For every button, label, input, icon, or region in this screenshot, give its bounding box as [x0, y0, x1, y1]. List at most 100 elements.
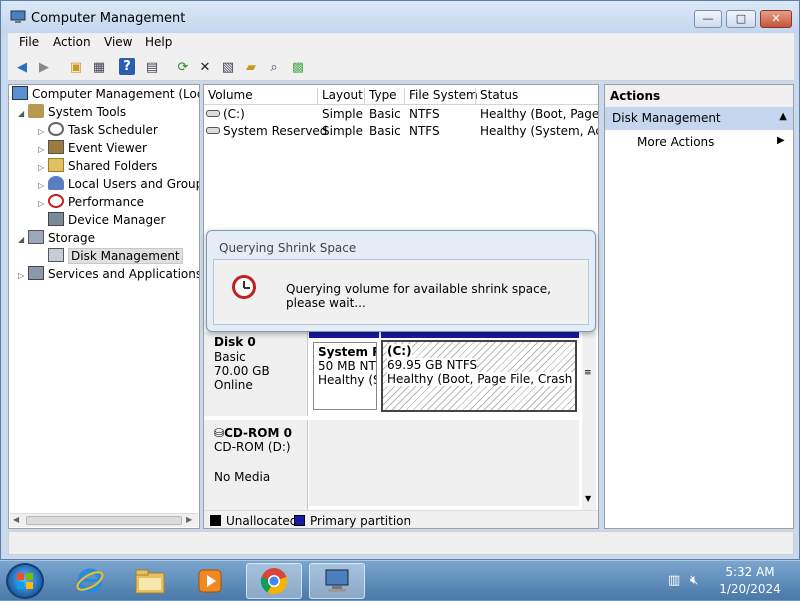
column-header-status[interactable]: Status [475, 88, 518, 104]
disk-management-icon [48, 248, 64, 262]
search-icon[interactable]: ⌕ [264, 57, 284, 77]
tree-item-label: System Tools [48, 105, 127, 119]
column-header-layout[interactable]: Layout [317, 88, 363, 104]
legend-primary-label: Primary partition [310, 514, 412, 528]
column-header-type[interactable]: Type [364, 88, 397, 104]
partition-size: 50 MB NTI [318, 359, 377, 373]
menu-view[interactable]: View [104, 35, 132, 49]
more-actions-item[interactable]: More Actions [637, 135, 714, 149]
menu-action[interactable]: Action [53, 35, 91, 49]
internet-explorer-icon [76, 568, 104, 594]
cell-type: Basic [369, 107, 401, 121]
collapsed-arrow-icon[interactable]: ▷ [38, 127, 48, 136]
menu-help[interactable]: Help [145, 35, 172, 49]
tree-item-label: Performance [68, 195, 145, 209]
minimize-button[interactable]: — [694, 10, 722, 28]
taskbar-media-player[interactable] [182, 563, 238, 599]
volume-muted-icon[interactable]: 🔇︎ [690, 573, 698, 588]
tree-item-label: Computer Management (Local [32, 87, 200, 101]
taskbar-file-explorer[interactable] [122, 563, 178, 599]
refresh-icon[interactable]: ⟳ [173, 57, 193, 77]
dialog-message: Querying volume for available shrink spa… [286, 282, 551, 310]
tree-item-label: Task Scheduler [68, 123, 158, 137]
partition-c[interactable]: (C:) 69.95 GB NTFS Healthy (Boot, Page F… [381, 340, 577, 412]
help-icon[interactable]: ? [119, 58, 135, 75]
actions-group-disk-management[interactable]: Disk Management ▲ [605, 107, 793, 130]
tree-item-device-manager[interactable]: Device Manager [48, 212, 165, 230]
status-bar [8, 531, 794, 555]
tree-item-services[interactable]: ▷ Services and Applications [18, 266, 199, 284]
cell-layout: Simple [322, 124, 363, 138]
disk-0-info[interactable]: Disk 0 Basic 70.00 GB Online [204, 332, 308, 416]
clock-icon [48, 122, 64, 136]
scroll-thumb[interactable] [26, 516, 182, 525]
graph-vertical-scrollbar[interactable]: ≡ ▼ [582, 332, 596, 510]
partition-status: Healthy (Boot, Page File, Crash Dur [387, 372, 575, 386]
actions-pane: Actions Disk Management ▲ More Actions ▶ [604, 84, 794, 529]
cdrom-0-info[interactable]: ⛁CD-ROM 0 CD-ROM (D:) No Media [204, 420, 308, 510]
menu-file[interactable]: File [19, 35, 39, 49]
collapsed-arrow-icon[interactable]: ▷ [38, 163, 48, 172]
delete-icon[interactable]: ✕ [195, 57, 215, 77]
tree-item-task-scheduler[interactable]: ▷ Task Scheduler [38, 122, 158, 140]
tree-item-storage[interactable]: ◢ Storage [18, 230, 95, 248]
tree-item-label: Event Viewer [68, 141, 147, 155]
partition-system-reserved[interactable]: System Re 50 MB NTI Healthy (S [313, 342, 377, 410]
back-arrow-icon[interactable]: ◀ [12, 57, 32, 77]
submenu-arrow-icon[interactable]: ▶ [777, 135, 785, 146]
title-bar[interactable]: Computer Management — □ ✕ [1, 1, 799, 33]
column-header-volume[interactable]: Volume [204, 88, 253, 104]
taskbar-chrome[interactable] [246, 563, 302, 599]
cell-file-system: NTFS [409, 107, 440, 121]
scroll-right-icon[interactable]: ▶ [186, 515, 192, 524]
up-folder-icon[interactable]: ▣ [66, 57, 86, 77]
properties-pane-icon[interactable]: ▤ [142, 57, 162, 77]
partition-status: Healthy (S [318, 373, 377, 387]
scroll-grip-icon[interactable]: ≡ [584, 368, 592, 378]
close-button[interactable]: ✕ [760, 10, 792, 28]
expanded-arrow-icon[interactable]: ◢ [18, 109, 28, 118]
collapsed-arrow-icon[interactable]: ▷ [38, 181, 48, 190]
tree-item-event-viewer[interactable]: ▷ Event Viewer [38, 140, 147, 158]
collapsed-arrow-icon[interactable]: ▷ [38, 199, 48, 208]
properties-icon[interactable]: ▧ [218, 57, 238, 77]
disk-icon[interactable]: ▩ [288, 57, 308, 77]
tree-item-system-tools[interactable]: ◢ System Tools [18, 104, 126, 122]
windows-logo-icon [17, 573, 33, 589]
cdrom-partition-area[interactable] [309, 420, 579, 506]
partition-name: System Re [318, 345, 376, 359]
clock-date[interactable]: 1/20/2024 [710, 582, 790, 596]
cdrom-icon: ⛁ [214, 426, 225, 440]
users-icon [48, 176, 64, 190]
tree-item-disk-management[interactable]: Disk Management [48, 248, 183, 266]
tree-item-label: Disk Management [68, 248, 183, 264]
column-header-file-system[interactable]: File System [404, 88, 478, 104]
tree-item-label: Storage [48, 231, 95, 245]
tree-item-local-users[interactable]: ▷ Local Users and Groups [38, 176, 199, 194]
table-row[interactable]: System Reserved Simple Basic NTFS Health… [204, 123, 598, 140]
shared-folder-icon [48, 158, 64, 172]
collapsed-arrow-icon[interactable]: ▷ [38, 145, 48, 154]
start-button[interactable] [6, 563, 44, 599]
taskbar-internet-explorer[interactable] [62, 563, 118, 599]
expanded-arrow-icon[interactable]: ◢ [18, 235, 28, 244]
partition-bar-system-reserved [309, 332, 379, 338]
partition-name: (C:) [387, 344, 412, 358]
performance-icon [48, 194, 64, 208]
table-row[interactable]: (C:) Simple Basic NTFS Healthy (Boot, Pa… [204, 106, 598, 123]
collapse-arrow-icon[interactable]: ▲ [779, 111, 787, 122]
maximize-button[interactable]: □ [726, 10, 756, 28]
collapsed-arrow-icon[interactable]: ▷ [18, 271, 28, 280]
forward-arrow-icon[interactable]: ▶ [34, 57, 54, 77]
tree-item-shared-folders[interactable]: ▷ Shared Folders [38, 158, 157, 176]
network-icon[interactable]: ▥ [668, 573, 680, 588]
clock-time[interactable]: 5:32 AM [710, 565, 790, 579]
tree-item-computer-management[interactable]: Computer Management (Local [12, 86, 200, 104]
tree-horizontal-scrollbar[interactable]: ◀ ▶ [10, 513, 198, 527]
show-hide-tree-icon[interactable]: ▦ [89, 57, 109, 77]
scroll-down-icon[interactable]: ▼ [585, 494, 591, 503]
tree-item-performance[interactable]: ▷ Performance [38, 194, 144, 212]
taskbar-computer-management[interactable] [309, 563, 365, 599]
open-icon[interactable]: ▰ [241, 57, 261, 77]
scroll-left-icon[interactable]: ◀ [13, 515, 19, 524]
